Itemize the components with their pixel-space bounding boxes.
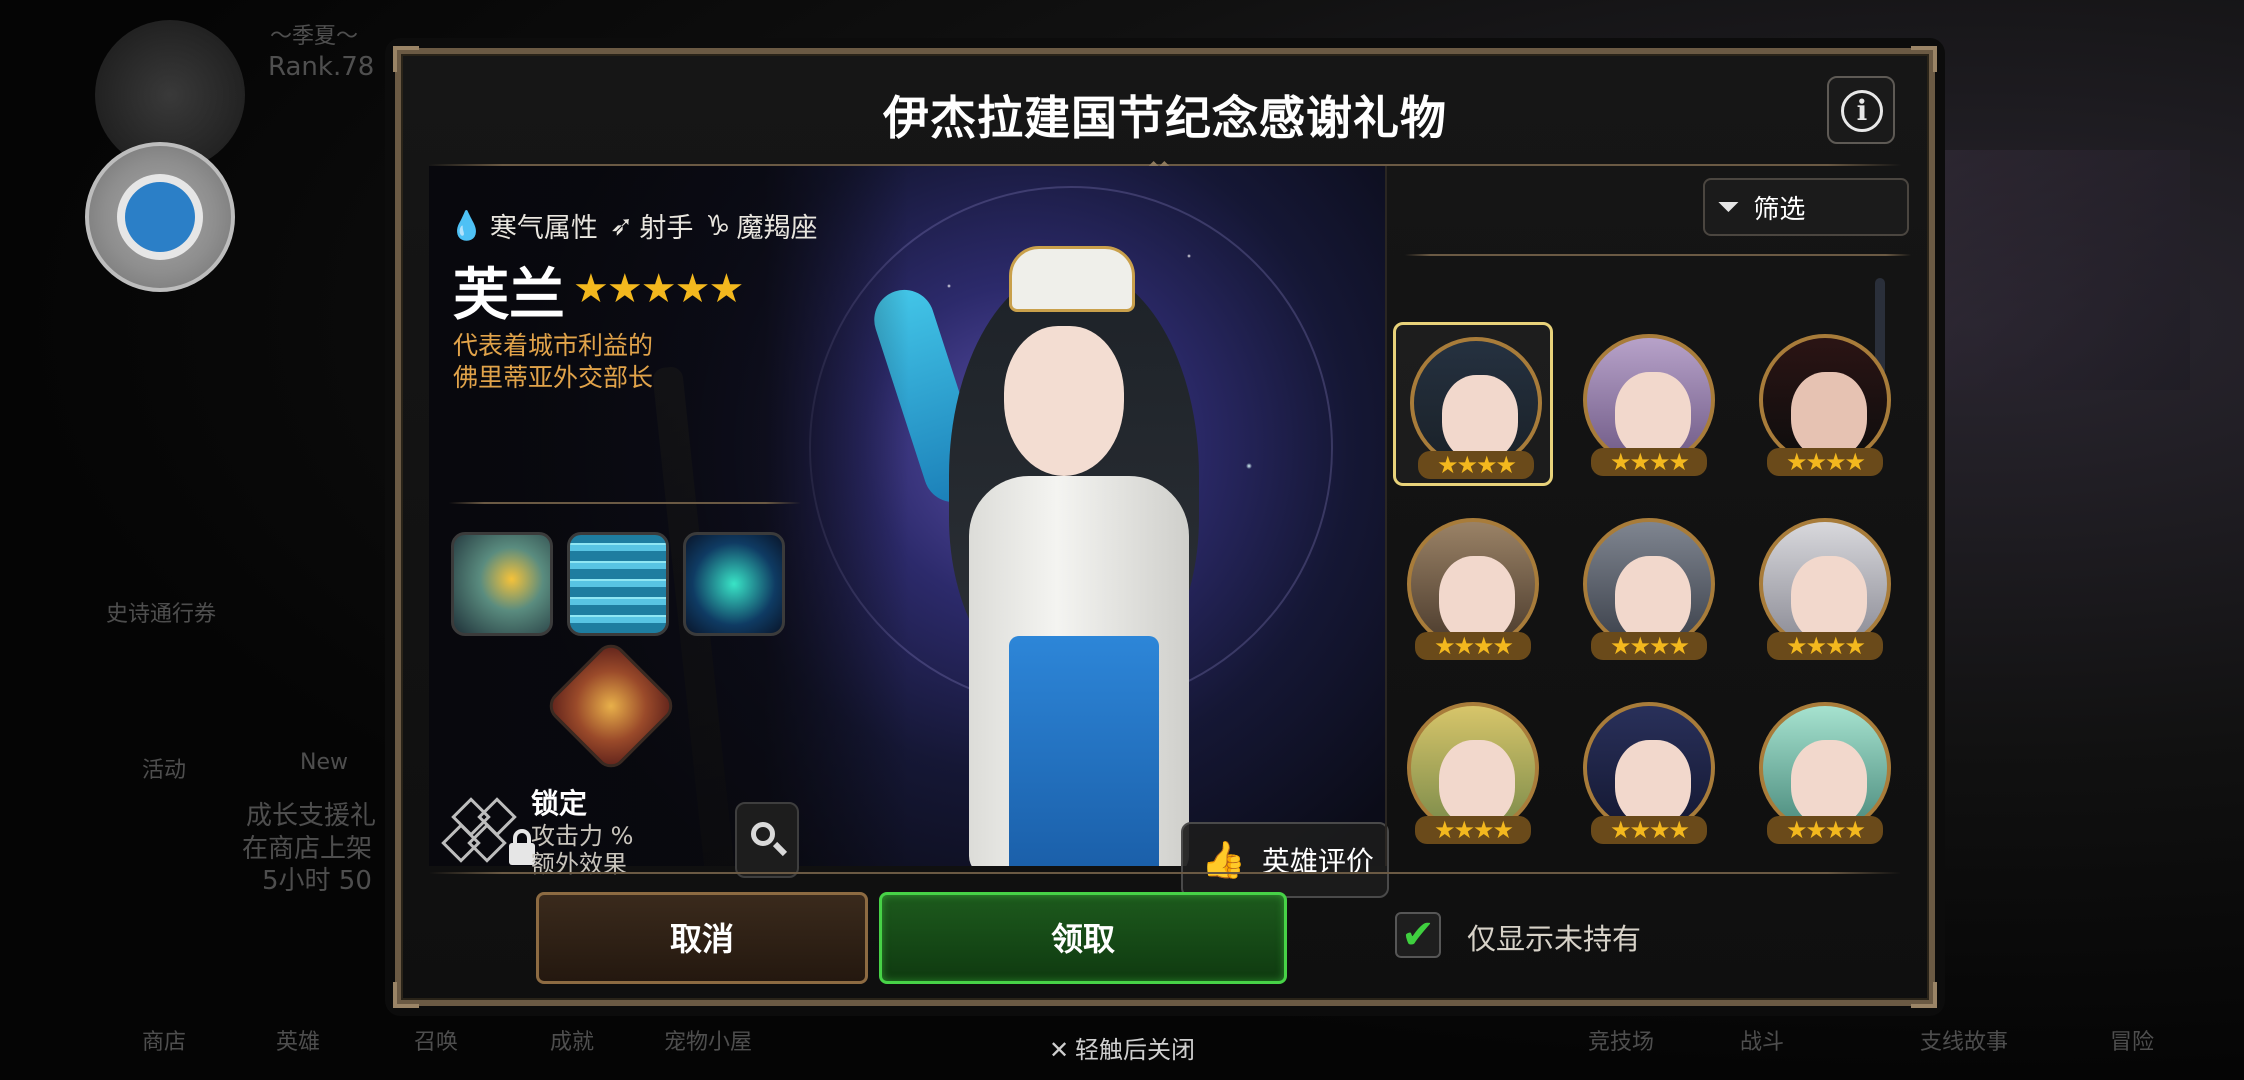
frame-corner — [393, 46, 419, 72]
hero-slot-selected[interactable]: ★★★★ — [1393, 322, 1553, 486]
element-label: 寒气属性 — [489, 213, 598, 244]
hero-slot[interactable]: ★★★★ — [1745, 322, 1905, 486]
hero-slot-stars: ★★★★ — [1591, 448, 1707, 476]
info-icon: i — [1841, 90, 1883, 132]
hero-name: 芙兰 — [453, 263, 565, 328]
only-unowned-checkbox[interactable]: ✔ — [1395, 912, 1441, 958]
only-unowned-label[interactable]: 仅显示未持有 — [1467, 916, 1641, 958]
hero-slot[interactable]: ★★★★ — [1393, 690, 1553, 854]
frame-corner — [1911, 46, 1937, 72]
hero-slot[interactable]: ★★★★ — [1393, 506, 1553, 670]
background-banner — [1930, 150, 2190, 390]
hero-slot-stars: ★★★★ — [1767, 816, 1883, 844]
hero-description-line: 代表着城市利益的 — [453, 331, 654, 360]
hero-slot-stars: ★★★★ — [1767, 632, 1883, 660]
capricorn-icon: ♑ — [705, 208, 731, 242]
footer-divider — [429, 872, 1901, 874]
hero-rating-button[interactable]: 👍 英雄评价 — [1181, 822, 1389, 898]
skill-2-icon[interactable] — [567, 532, 669, 636]
grid-divider — [1405, 254, 1911, 256]
hero-grid: ★★★★ ★★★★ ★★★★ ★★★★ ★★★★ ★★★★ ★★★★ ★★★★ — [1393, 322, 1913, 854]
hero-portrait — [1759, 702, 1891, 834]
exclusive-equipment-effect: 攻击力 % 额外效果 — [531, 822, 633, 878]
skill-1-icon[interactable] — [451, 532, 553, 636]
panel-divider — [1385, 166, 1387, 866]
hero-hat — [1009, 246, 1135, 312]
exclusive-equipment-lock-icon — [441, 797, 535, 879]
hero-illustration — [859, 246, 1279, 866]
close-icon: ✕ — [1048, 1036, 1070, 1064]
exclusive-effect-line: 攻击力 % — [531, 822, 634, 850]
hero-rating-label: 英雄评价 — [1261, 845, 1374, 878]
bg-pass-label: 史诗通行券 — [106, 602, 217, 627]
class-label: 射手 — [639, 213, 694, 244]
bg-rank-label: Rank.78 — [268, 52, 375, 82]
bow-icon: ➶ — [609, 208, 634, 242]
skill-list — [451, 532, 785, 636]
hero-portrait — [1583, 702, 1715, 834]
hero-portrait — [1583, 518, 1715, 650]
claim-button[interactable]: 领取 — [879, 892, 1287, 984]
cancel-button[interactable]: 取消 — [536, 892, 868, 984]
skill-3-icon[interactable] — [683, 532, 785, 636]
hero-star-rating: ★★★★★ — [573, 266, 744, 312]
bg-season-label: ～季夏～ — [270, 24, 359, 49]
hero-description: 代表着城市利益的 佛里蒂亚外交部长 — [453, 330, 653, 394]
hero-slot-stars: ★★★★ — [1415, 816, 1531, 844]
bg-event-label: 活动 — [142, 758, 187, 783]
hero-dress — [1009, 636, 1159, 866]
bg-support-label: 成长支援礼 — [246, 801, 377, 831]
info-divider — [449, 502, 801, 504]
hero-slot[interactable]: ★★★★ — [1745, 690, 1905, 854]
hero-description-line: 佛里蒂亚外交部长 — [453, 363, 654, 392]
dialog-title: 伊杰拉建国节纪念感谢礼物 — [883, 91, 1447, 145]
filter-icon: ⏷ — [1717, 190, 1740, 223]
filter-button[interactable]: ⏷ 筛选 — [1703, 178, 1909, 236]
hero-portrait — [1410, 337, 1542, 469]
filter-label: 筛选 — [1753, 194, 1806, 225]
hero-slot[interactable]: ★★★★ — [1569, 506, 1729, 670]
hero-portrait — [1759, 334, 1891, 466]
hero-slot[interactable]: ★★★★ — [1569, 322, 1729, 486]
element-attribute: 💧 寒气属性 — [449, 206, 598, 245]
floating-assist-button[interactable] — [85, 142, 235, 292]
hero-slot-stars: ★★★★ — [1591, 632, 1707, 660]
tap-to-close-hint[interactable]: ✕ 轻触后关闭 — [0, 1030, 2244, 1065]
frame-corner — [393, 982, 419, 1008]
hero-portrait — [1583, 334, 1715, 466]
zoom-button[interactable] — [735, 802, 799, 878]
hero-slot-stars: ★★★★ — [1415, 632, 1531, 660]
info-button[interactable]: i — [1827, 76, 1895, 144]
horoscope-label: 魔羯座 — [736, 213, 818, 244]
class-attribute: ➶ 射手 — [610, 206, 693, 245]
frame-corner — [1911, 982, 1937, 1008]
hero-attributes: 💧 寒气属性 ➶ 射手 ♑ 魔羯座 — [449, 206, 817, 245]
hero-portrait — [1407, 518, 1539, 650]
hero-slot[interactable]: ★★★★ — [1569, 690, 1729, 854]
hero-face — [1004, 326, 1124, 476]
hero-slot-stars: ★★★★ — [1418, 451, 1534, 479]
exclusive-equipment-title: 锁定 — [531, 787, 588, 820]
gift-dialog: 伊杰拉建国节纪念感谢礼物 i ◆◆ 💧 寒气属性 ➶ 射手 ♑ 魔羯座 — [393, 46, 1937, 1008]
hero-portrait — [1407, 702, 1539, 834]
water-drop-icon: 💧 — [449, 208, 484, 242]
hero-slot-stars: ★★★★ — [1591, 816, 1707, 844]
bg-timer-label: 5小时 50 — [262, 866, 372, 896]
close-hint-label: 轻触后关闭 — [1075, 1036, 1196, 1064]
hero-slot-stars: ★★★★ — [1767, 448, 1883, 476]
thumbs-up-icon: 👍 — [1201, 840, 1246, 881]
horoscope-attribute: ♑ 魔羯座 — [705, 206, 817, 245]
hero-portrait — [1759, 518, 1891, 650]
bg-new-label: New — [300, 750, 348, 775]
hero-slot[interactable]: ★★★★ — [1745, 506, 1905, 670]
